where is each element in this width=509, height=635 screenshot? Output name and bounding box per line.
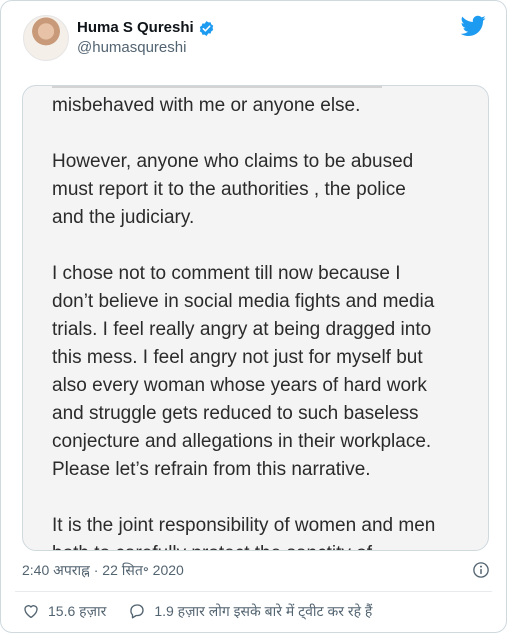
like-count: 15.6 हज़ार <box>48 602 107 619</box>
statement-line: and the judiciary. <box>52 207 195 228</box>
display-name[interactable]: Huma S Qureshi <box>77 19 194 37</box>
info-icon[interactable] <box>472 561 490 579</box>
statement-line: misbehaved with me or anyone else. <box>52 95 361 116</box>
avatar[interactable] <box>23 15 69 61</box>
speech-bubble-icon <box>130 604 144 619</box>
conversation-button[interactable]: 1.9 हज़ार लोग इसके बारे में ट्वीट कर रहे… <box>128 602 372 621</box>
statement-line: don’t believe in social media fights and… <box>52 291 435 312</box>
tweet-media-image[interactable]: misbehaved with me or anyone else. Howev… <box>22 85 489 551</box>
statement-line: However, anyone who claims to be abused <box>52 151 414 172</box>
statement-line: this mess. I feel angry not just for mys… <box>52 347 423 368</box>
tweet-card: Huma S Qureshi @humasqureshi misbehaved … <box>0 0 507 633</box>
statement-text: misbehaved with me or anyone else. Howev… <box>52 86 468 550</box>
statement-line: also every woman whose years of hard wor… <box>52 375 427 396</box>
timestamp-row: 2:40 अपराह्न · 22 सित॰ 2020 <box>22 559 490 581</box>
statement-line: I chose not to comment till now because … <box>52 263 401 284</box>
author-block[interactable]: Huma S Qureshi @humasqureshi <box>77 19 215 58</box>
statement-line: conjecture and allegations in their work… <box>52 431 432 452</box>
statement-line: both to carefully protect the sanctity o… <box>52 540 468 550</box>
user-handle[interactable]: @humasqureshi <box>77 38 215 58</box>
heart-icon <box>24 605 38 619</box>
twitter-bird-icon[interactable] <box>461 15 486 37</box>
statement-line: and struggle gets reduced to such basele… <box>52 403 419 424</box>
statement-line: Please let’s refrain from this narrative… <box>52 459 371 480</box>
tweet-actions: 15.6 हज़ार 1.9 हज़ार लोग इसके बारे में ट… <box>22 599 490 623</box>
statement-line: must report it to the authorities , the … <box>52 179 406 200</box>
divider <box>15 591 492 592</box>
statement-line: trials. I feel really angry at being dra… <box>52 319 432 340</box>
conversation-count: 1.9 हज़ार लोग इसके बारे में ट्वीट कर रहे… <box>154 602 373 619</box>
verified-badge-icon <box>199 20 213 36</box>
tweet-timestamp[interactable]: 2:40 अपराह्न · 22 सित॰ 2020 <box>22 561 184 580</box>
like-button[interactable]: 15.6 हज़ार <box>22 602 106 621</box>
statement-line: It is the joint responsibility of women … <box>52 515 436 536</box>
tweet-header: Huma S Qureshi @humasqureshi <box>15 13 492 63</box>
